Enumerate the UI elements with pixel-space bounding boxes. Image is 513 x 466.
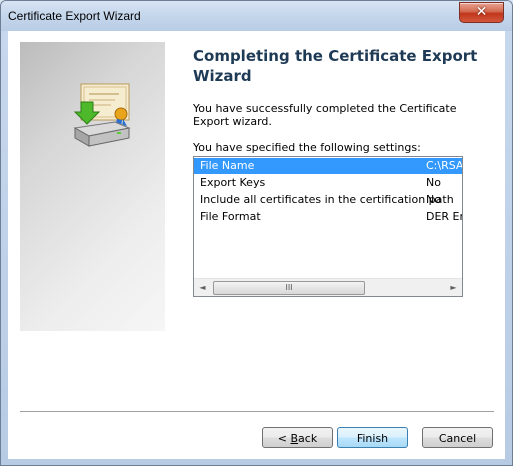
settings-label: You have specified the following setting…	[193, 141, 421, 154]
scroll-left-icon[interactable]: ◄	[194, 279, 211, 296]
horizontal-scrollbar[interactable]: ◄ III ►	[194, 278, 462, 296]
setting-value: No	[426, 193, 441, 206]
back-button-prefix: <	[277, 432, 291, 445]
wizard-side-panel	[20, 42, 165, 331]
finish-button[interactable]: Finish	[337, 427, 408, 448]
back-button-label: ack	[298, 432, 318, 445]
cancel-button[interactable]: Cancel	[422, 427, 493, 448]
setting-value: C:\RSA	[426, 159, 463, 172]
scrollbar-grip-icon: III	[285, 283, 293, 292]
settings-row-file-format[interactable]: File Format DER En	[194, 209, 462, 225]
close-icon: ✕	[475, 4, 488, 20]
settings-list[interactable]: File Name C:\RSA Export Keys No Include …	[193, 156, 463, 297]
window-title: Certificate Export Wizard	[8, 9, 141, 23]
certificate-export-icon	[73, 83, 131, 147]
back-button[interactable]: < Back	[262, 427, 333, 448]
back-button-mnemonic: B	[290, 432, 299, 445]
scrollbar-thumb[interactable]: III	[213, 281, 365, 295]
wizard-window: Certificate Export Wizard ✕ Completing t…	[0, 0, 513, 466]
setting-key: File Format	[200, 210, 261, 223]
button-separator	[20, 411, 494, 413]
setting-value: DER En	[426, 210, 463, 223]
setting-key: File Name	[200, 159, 255, 172]
setting-value: No	[426, 176, 441, 189]
close-button[interactable]: ✕	[459, 2, 504, 23]
title-bar[interactable]: Certificate Export Wizard ✕	[1, 1, 512, 31]
completion-message: You have successfully completed the Cert…	[193, 102, 457, 128]
settings-row-file-name[interactable]: File Name C:\RSA	[194, 158, 462, 174]
setting-key: Include all certificates in the certific…	[200, 193, 454, 206]
settings-row-export-keys[interactable]: Export Keys No	[194, 175, 462, 191]
scroll-right-icon[interactable]: ►	[445, 279, 462, 296]
setting-key: Export Keys	[200, 176, 266, 189]
settings-row-include-all-certificates[interactable]: Include all certificates in the certific…	[194, 192, 462, 208]
page-title: Completing the Certificate Export Wizard	[193, 47, 478, 85]
wizard-page: Completing the Certificate Export Wizard…	[8, 31, 505, 459]
